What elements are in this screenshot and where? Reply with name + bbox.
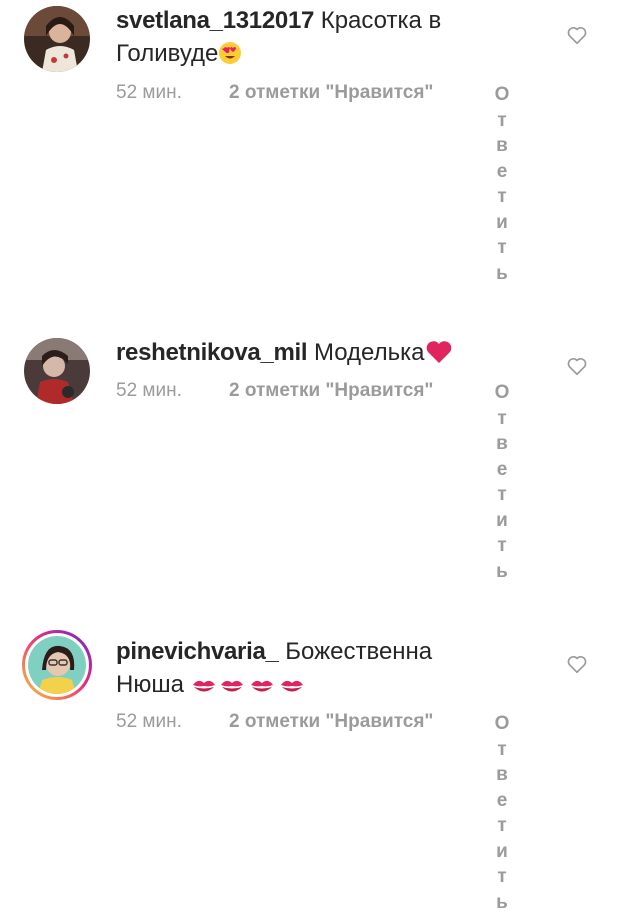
comment-username[interactable]: svetlana_1312017 <box>116 7 314 34</box>
likes-count-link[interactable]: 2 отметки "Нравится" <box>229 711 433 732</box>
comment-username[interactable]: reshetnikova_mil <box>116 339 308 366</box>
kiss-mark-emoji-icon <box>220 680 243 692</box>
comment-text: pinevichvaria_ Божественна Нюша <box>116 635 466 701</box>
avatar-story-ring[interactable] <box>22 630 92 700</box>
avatar[interactable] <box>24 338 90 404</box>
comment-item: reshetnikova_mil Моделька 52 мин. 2 отмет… <box>0 310 625 615</box>
comment-text: reshetnikova_mil Моделька <box>116 336 466 369</box>
comment-time: 52 мин. <box>116 380 182 401</box>
comment-meta: 52 мин. 2 отметки "Нравится" <box>116 82 433 104</box>
kiss-mark-emoji-icon <box>250 680 273 692</box>
comment-meta: 52 мин. 2 отметки "Нравится" <box>116 380 433 402</box>
comment-username[interactable]: pinevichvaria_ <box>116 638 279 665</box>
heart-eyes-emoji-icon <box>219 42 242 64</box>
likes-count-link[interactable]: 2 отметки "Нравится" <box>229 380 433 401</box>
likes-count-link[interactable]: 2 отметки "Нравится" <box>229 82 433 103</box>
avatar-photo-icon <box>24 338 90 404</box>
red-heart-emoji-icon <box>426 341 451 363</box>
avatar-photo-icon <box>28 636 86 694</box>
comment-meta: 52 мин. 2 отметки "Нравится" <box>116 711 433 733</box>
comment-time: 52 мин. <box>116 82 182 103</box>
avatar-photo-icon <box>24 6 90 72</box>
comment-text: svetlana_1312017 Красотка в Голивуде <box>116 4 466 70</box>
reply-button[interactable]: Ответить <box>491 380 513 584</box>
kiss-mark-emojis <box>191 671 307 698</box>
kiss-mark-emoji-icon <box>280 680 303 692</box>
like-heart-icon[interactable] <box>566 355 588 377</box>
comment-item: svetlana_1312017 Красотка в Голивуде 52 … <box>0 0 625 310</box>
kiss-mark-emoji-icon <box>192 680 215 692</box>
like-heart-icon[interactable] <box>566 653 588 675</box>
reply-button[interactable]: Ответить <box>491 711 513 915</box>
like-heart-icon[interactable] <box>566 24 588 46</box>
avatar <box>28 636 86 694</box>
reply-button[interactable]: Ответить <box>491 82 513 286</box>
comment-item: pinevichvaria_ Божественна Нюша 52 мин. 2… <box>0 615 625 913</box>
comment-body: Моделька <box>313 339 425 366</box>
avatar[interactable] <box>24 6 90 72</box>
comment-time: 52 мин. <box>116 711 182 732</box>
